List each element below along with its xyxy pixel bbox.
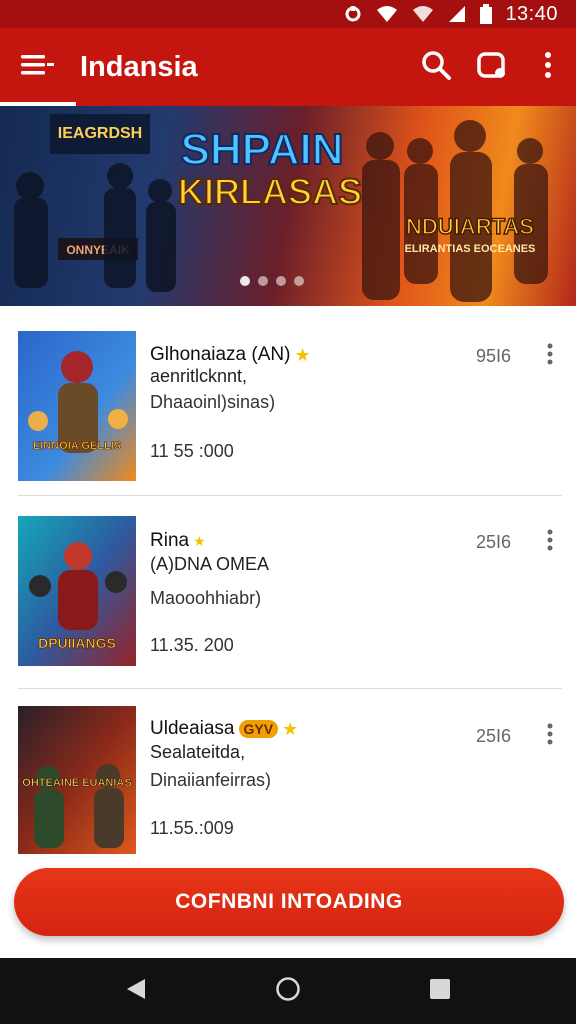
item-more-button[interactable] <box>538 528 562 556</box>
list-divider <box>18 688 562 689</box>
battery-icon <box>479 4 493 24</box>
hero-sign-top: IEAGRDSH <box>58 125 142 142</box>
list-item[interactable]: EINNOIA GELLIS Glhonaiaza (AN) ★ aenritl… <box>0 306 576 496</box>
more-vert-icon <box>547 723 553 750</box>
game-badge: GYV <box>238 720 279 738</box>
cell-signal-icon <box>447 4 467 24</box>
list-item[interactable]: OHTEAINE EUANIAS Uldeaiasa GYV ★ Sealate… <box>0 692 576 882</box>
game-meta: Dinaiianfeirras) <box>150 770 272 790</box>
game-thumbnail: EINNOIA GELLIS <box>18 331 136 481</box>
star-icon: ★ <box>294 344 311 365</box>
back-triangle-icon <box>125 977 147 1006</box>
star-icon: ★ <box>193 532 206 549</box>
signal-wifi-icon <box>411 4 435 24</box>
game-count: 11.55.:009 <box>150 818 234 838</box>
game-subtitle: aenritlcknnt, <box>150 366 248 386</box>
menu-button[interactable] <box>0 28 76 106</box>
system-nav-bar <box>0 958 576 1024</box>
nav-back-button[interactable] <box>112 967 160 1015</box>
continue-loading-button[interactable]: COFNBNI INTOADING <box>14 868 564 936</box>
game-count: 11 55 :000 <box>150 441 234 461</box>
nav-recents-button[interactable] <box>416 967 464 1015</box>
recents-square-icon <box>429 978 451 1005</box>
game-size: 25I6 <box>476 532 512 552</box>
game-meta: Maooohhiabr) <box>150 588 262 608</box>
game-subtitle: (A)DNA OMEA <box>150 554 270 574</box>
game-thumbnail: OHTEAINE EUANIAS <box>18 706 136 856</box>
search-button[interactable] <box>408 28 464 106</box>
svg-text:DPUIIANGS: DPUIIANGS <box>38 635 116 651</box>
carousel-indicator[interactable] <box>240 276 304 286</box>
game-title: Uldeaiasa GYV ★ <box>150 718 298 740</box>
svg-text:EINNOIA GELLIS: EINNOIA GELLIS <box>33 440 121 452</box>
sync-icon <box>343 4 363 24</box>
download-manager-icon <box>476 49 508 86</box>
game-size: 25I6 <box>476 726 512 746</box>
nav-home-button[interactable] <box>264 967 312 1015</box>
game-title-text: Uldeaiasa <box>150 718 235 739</box>
app-title: Indansia <box>80 50 198 83</box>
overflow-menu-button[interactable] <box>520 28 576 106</box>
list-item[interactable]: DPUIIANGS Rina ★ (A)DNA OMEA Maooohhiabr… <box>0 498 576 688</box>
menu-icon <box>21 52 55 83</box>
hero-banner[interactable]: IEAGRDSH ONNYEAIK SHPAIN KIRLASAS NDUIAR… <box>0 106 576 306</box>
carousel-dot[interactable] <box>258 276 268 286</box>
more-vert-icon <box>547 529 553 556</box>
hero-logo-main: NDUIARTAS <box>406 214 534 239</box>
hero-logo-sub: ELIRANTIAS EOCEANES <box>405 243 536 255</box>
status-time: 13:40 <box>505 2 558 25</box>
game-size: 95I6 <box>476 346 512 366</box>
home-circle-icon <box>275 976 301 1007</box>
downloads-button[interactable] <box>464 28 520 106</box>
search-icon <box>420 49 452 86</box>
wifi-icon <box>375 4 399 24</box>
game-thumbnail: DPUIIANGS <box>18 516 136 666</box>
star-icon: ★ <box>282 718 299 739</box>
hero-headline-line2: KIRLASAS <box>178 171 362 212</box>
more-vert-icon <box>543 51 553 84</box>
carousel-dot[interactable] <box>240 276 250 286</box>
game-title: Rina ★ <box>150 530 206 552</box>
list-divider <box>18 495 562 496</box>
more-vert-icon <box>547 343 553 370</box>
app-bar: Indansia <box>0 28 576 106</box>
svg-text:OHTEAINE EUANIAS: OHTEAINE EUANIAS <box>22 777 131 789</box>
carousel-dot[interactable] <box>276 276 286 286</box>
status-bar: 13:40 <box>0 0 576 28</box>
carousel-dot[interactable] <box>294 276 304 286</box>
game-title-text: Rina <box>150 530 190 551</box>
item-more-button[interactable] <box>538 342 562 370</box>
hero-headline-line1: SHPAIN <box>181 125 344 174</box>
game-title: Glhonaiaza (AN) ★ <box>150 344 311 366</box>
item-more-button[interactable] <box>538 722 562 750</box>
game-title-text: Glhonaiaza (AN) <box>150 344 291 365</box>
game-meta: Dhaaoinl)sinas) <box>150 392 276 412</box>
game-subtitle: Sealateitda, <box>150 742 246 762</box>
game-count: 11.35. 200 <box>150 635 234 655</box>
